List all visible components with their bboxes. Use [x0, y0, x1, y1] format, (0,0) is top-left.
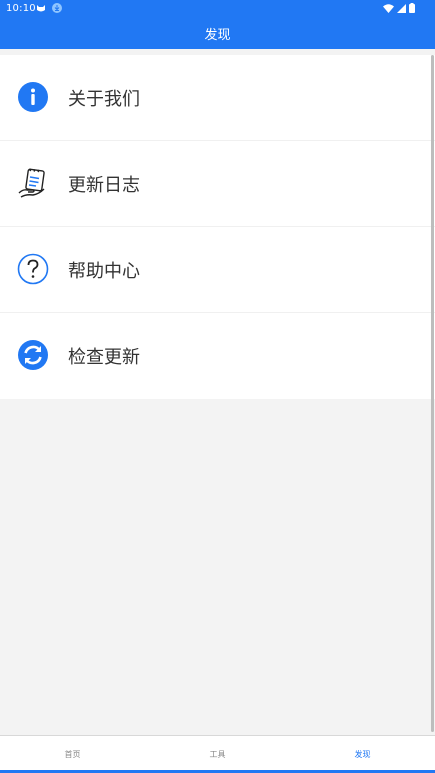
status-time: 10:10 [6, 3, 36, 14]
battery-icon [409, 3, 415, 13]
cat-notification-icon [37, 4, 45, 11]
help-icon [17, 253, 49, 285]
status-bar: 10:10 [0, 0, 435, 18]
changelog-icon [18, 168, 45, 198]
nav-tab-label: 发现 [354, 750, 371, 759]
menu-item-label: 更新日志 [68, 175, 140, 196]
menu-item-changelog[interactable]: 更新日志 [0, 141, 435, 227]
scrollbar[interactable] [431, 55, 434, 732]
menu-item-label: 关于我们 [68, 89, 140, 110]
nav-tab-label: 首页 [64, 750, 81, 759]
refresh-icon [18, 340, 48, 370]
menu-item-label: 帮助中心 [68, 261, 140, 282]
bottom-nav: 首页 工具 发现 [0, 735, 435, 773]
menu-item-check-update[interactable]: 检查更新 [0, 313, 435, 399]
nav-tab-tools[interactable]: 工具 [145, 736, 290, 773]
download-icon [52, 3, 62, 13]
nav-tab-discover[interactable]: 发现 [290, 736, 435, 773]
info-icon [18, 82, 48, 112]
menu-item-label: 检查更新 [68, 347, 140, 368]
nav-tab-home[interactable]: 首页 [0, 736, 145, 773]
menu-item-help-center[interactable]: 帮助中心 [0, 227, 435, 313]
nav-tab-label: 工具 [209, 750, 226, 759]
signal-icon [397, 3, 406, 13]
discover-menu-list: 关于我们 更新日志 帮助中心 检查更新 [0, 55, 435, 399]
page-title: 发现 [204, 28, 231, 43]
app-bar: 发现 [0, 18, 435, 49]
menu-item-about-us[interactable]: 关于我们 [0, 55, 435, 141]
wifi-icon [383, 3, 394, 13]
